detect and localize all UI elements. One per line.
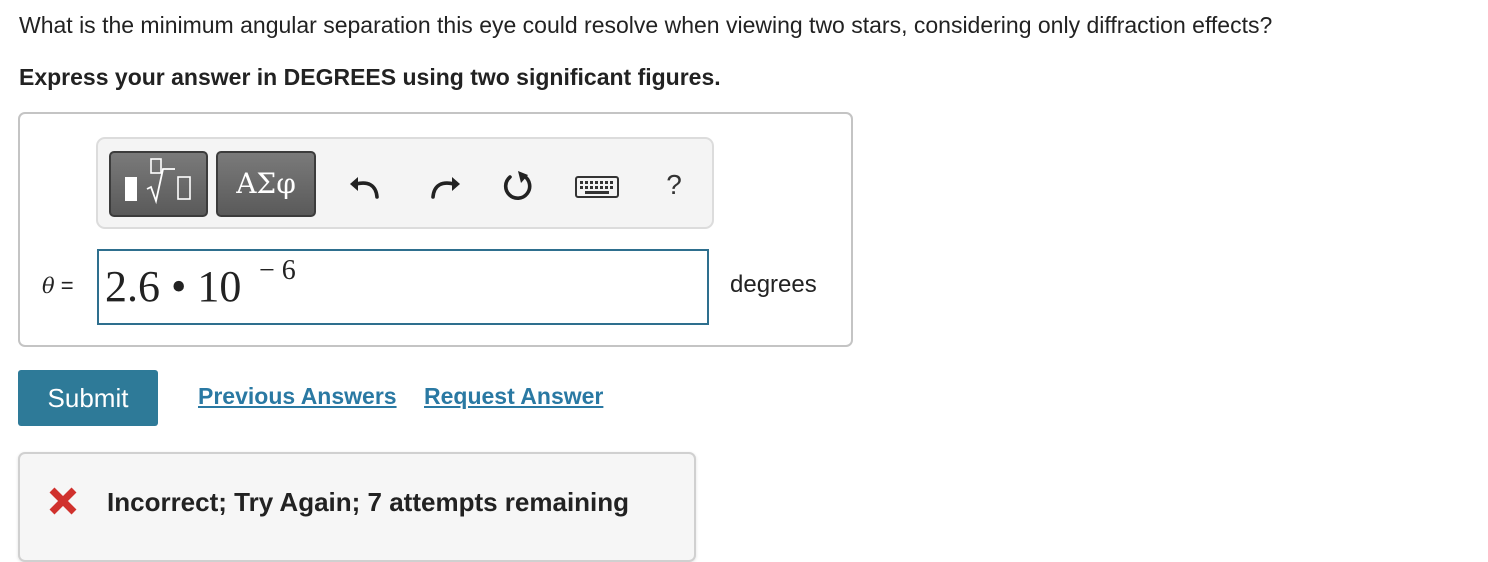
answer-input[interactable]: 2.6 • 10 − 6 [97,249,709,325]
answer-value: 2.6 • 10 [105,262,242,311]
answer-exponent: − 6 [259,255,296,286]
answer-box: ΑΣφ ? θ = 2.6 • 10 − 6 degrees [18,112,853,347]
equals-sign: = [60,273,74,298]
symbols-label: ΑΣφ [236,167,296,200]
answer-instruction: Express your answer in DEGREES using two… [19,64,721,90]
feedback-message: Incorrect; Try Again; 7 attempts remaini… [107,487,630,517]
reset-icon[interactable] [498,167,538,203]
keyboard-icon[interactable] [574,169,620,205]
previous-answers-link[interactable]: Previous Answers [198,380,397,412]
templates-icon [125,158,191,205]
templates-button[interactable] [109,151,208,217]
redo-icon[interactable] [424,167,464,203]
feedback-box: Incorrect; Try Again; 7 attempts remaini… [18,452,696,562]
help-button[interactable]: ? [654,167,694,203]
question-text: What is the minimum angular separation t… [19,12,1273,38]
symbols-button[interactable]: ΑΣφ [216,151,316,217]
submit-button[interactable]: Submit [18,370,158,426]
units-label: degrees [730,271,817,298]
x-icon [49,487,77,515]
request-answer-link[interactable]: Request Answer [424,380,603,412]
variable-symbol: θ [42,274,55,298]
math-toolbar: ΑΣφ ? [96,137,714,229]
undo-icon[interactable] [346,167,386,203]
variable-label: θ = [42,272,74,300]
